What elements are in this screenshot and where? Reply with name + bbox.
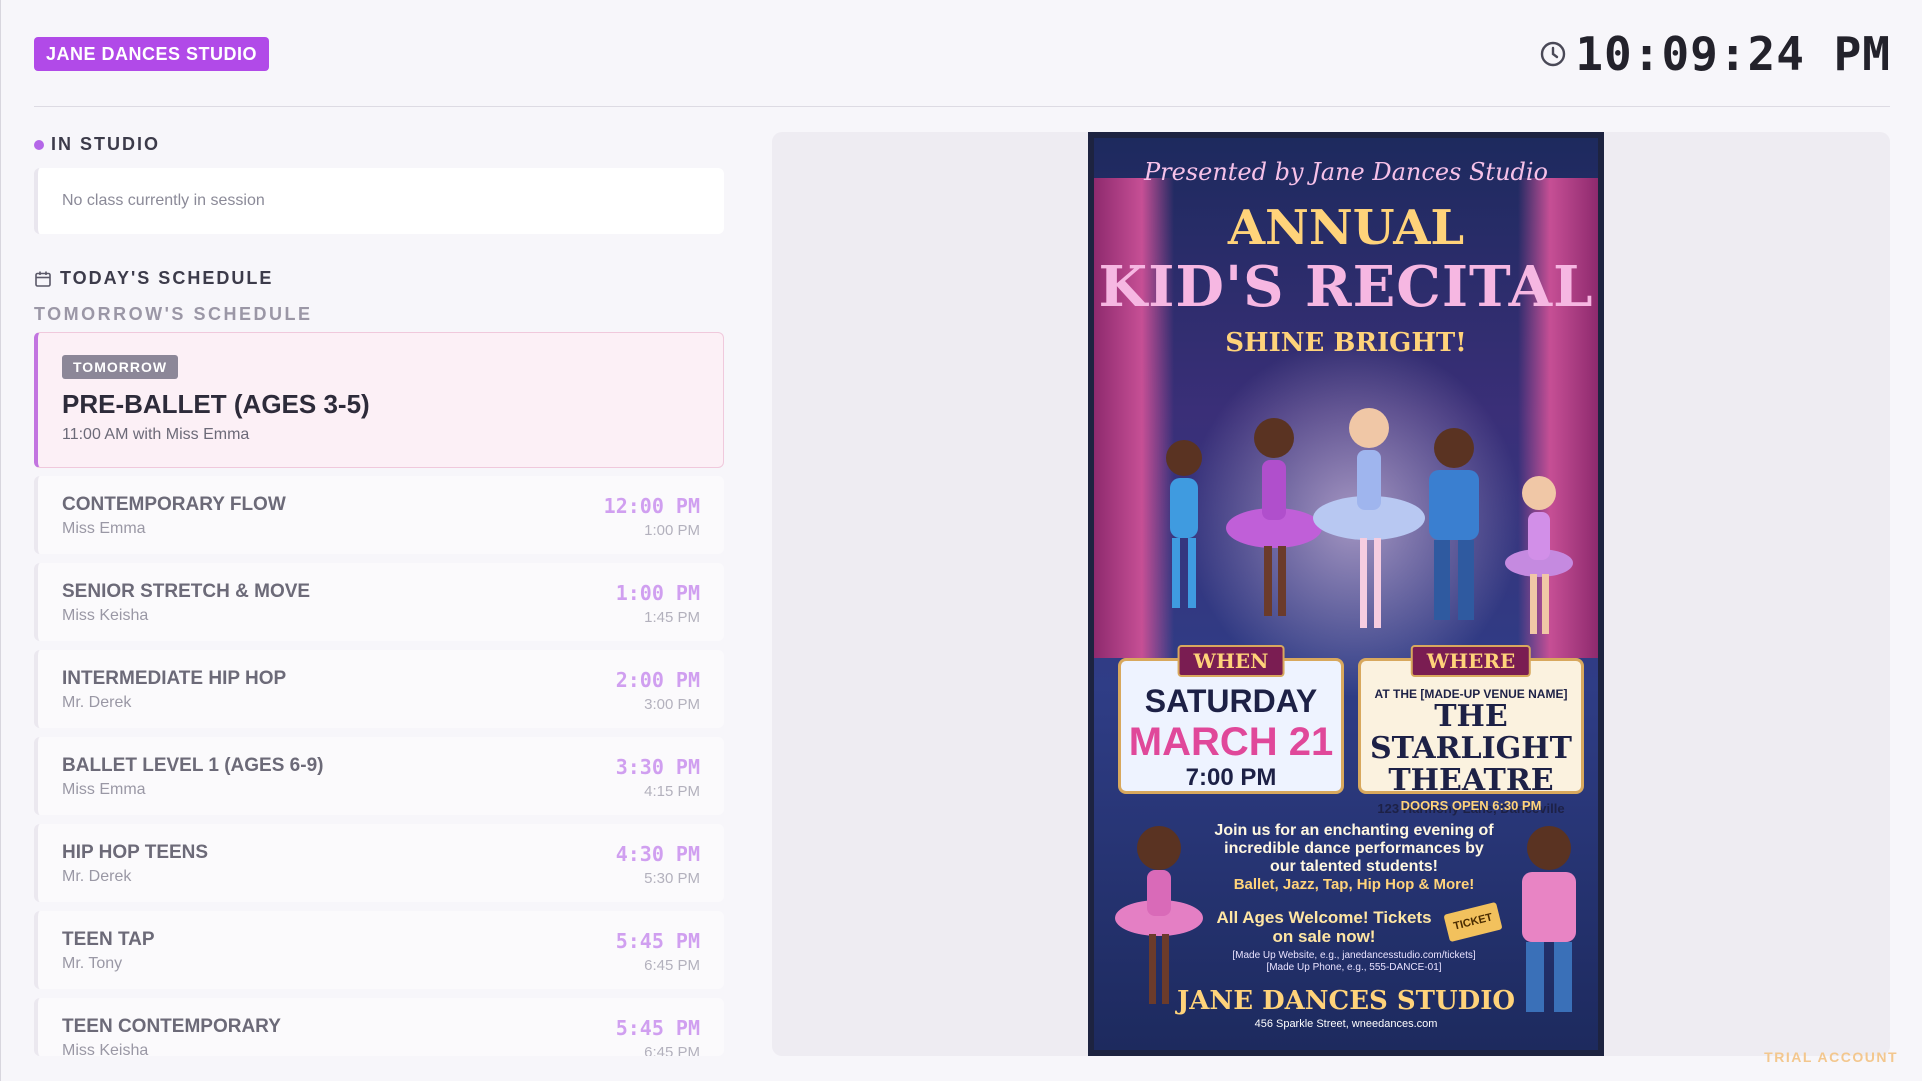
poster-title-line1: ANNUAL [1227, 200, 1465, 256]
class-start-time: 3:30 PM [615, 755, 700, 779]
dancer-figure [1166, 440, 1202, 608]
tomorrow-badge: TOMORROW [62, 355, 179, 379]
class-end-time: 6:45 PM [644, 1044, 700, 1056]
class-name: BALLET LEVEL 1 (AGES 6-9) [62, 755, 324, 776]
poster-join-text: Join us for an enchanting evening of inc… [1214, 822, 1494, 875]
class-start-time: 12:00 PM [603, 494, 700, 518]
class-row[interactable]: SENIOR STRETCH & MOVE Miss Keisha 1:00 P… [34, 563, 724, 641]
poster-where-box: WHERE AT THE [MADE-UP VENUE NAME] THE ST… [1358, 645, 1584, 816]
featured-class-subtitle: 11:00 AM with Miss Emma [62, 426, 250, 443]
class-row[interactable]: TEEN TAP Mr. Tony 5:45 PM 6:45 PM [34, 911, 724, 989]
in-studio-status: No class currently in session [62, 192, 265, 209]
calendar-icon [35, 271, 51, 287]
class-teacher: Miss Emma [62, 781, 146, 798]
when-date: MARCH 21 [1128, 720, 1334, 764]
poster-studio-address: 456 Sparkle Street, wneedances.com [1254, 1018, 1438, 1030]
dancer-figure [1505, 476, 1573, 634]
trial-account-label: TRIAL ACCOUNT [1764, 1049, 1898, 1065]
class-end-time: 1:45 PM [644, 609, 700, 626]
clock: 10:09:24 PM [1539, 26, 1891, 82]
class-end-time: 6:45 PM [644, 957, 700, 974]
dancer-figure [1226, 418, 1322, 616]
poster-website: [Made Up Website, e.g., janedancesstudio… [1232, 950, 1476, 961]
tomorrow-heading: TOMORROW'S SCHEDULE [34, 304, 313, 324]
class-end-time: 5:30 PM [644, 870, 700, 887]
dancers-illustration [1166, 408, 1573, 634]
class-teacher: Miss Keisha [62, 607, 149, 624]
class-start-time: 4:30 PM [615, 842, 700, 866]
dancer-figure [1429, 428, 1479, 620]
class-teacher: Mr. Tony [62, 955, 123, 972]
header: JANE DANCES STUDIO 10:09:24 PM [1, 0, 1922, 108]
poster-panel: Presented by Jane Dances Studio ANNUAL K… [772, 132, 1890, 1056]
class-start-time: 2:00 PM [615, 668, 700, 692]
today-label: TODAY'S SCHEDULE [60, 268, 274, 288]
when-day: SATURDAY [1144, 683, 1318, 719]
class-name: TEEN CONTEMPORARY [62, 1016, 281, 1037]
poster-studio-name: JANE DANCES STUDIO [1176, 986, 1516, 1016]
class-row[interactable]: HIP HOP TEENS Mr. Derek 4:30 PM 5:30 PM [34, 824, 724, 902]
class-teacher: Mr. Derek [62, 868, 132, 885]
class-end-time: 1:00 PM [644, 522, 700, 539]
class-start-time: 5:45 PM [615, 1016, 700, 1040]
poster-ages: All Ages Welcome! Tickets on sale now! [1216, 908, 1432, 946]
in-studio-heading: IN STUDIO [34, 134, 160, 155]
class-teacher: Miss Keisha [62, 1042, 149, 1056]
poster-presented-by: Presented by Jane Dances Studio [1143, 158, 1549, 186]
when-time: 7:00 PM [1185, 764, 1277, 791]
class-row[interactable]: CONTEMPORARY FLOW Miss Emma 12:00 PM 1:0… [34, 476, 724, 554]
class-name: TEEN TAP [62, 929, 155, 950]
poster-doors: DOORS OPEN 6:30 PM [1400, 798, 1542, 813]
class-start-time: 1:00 PM [615, 581, 700, 605]
poster-title-line2: KID'S RECITAL [1098, 254, 1594, 320]
class-end-time: 3:00 PM [644, 696, 700, 713]
studio-brand: JANE DANCES STUDIO [34, 37, 270, 71]
featured-class-title: PRE-BALLET (AGES 3-5) [62, 389, 370, 419]
live-dot-icon [34, 139, 44, 150]
when-tag: WHEN [1177, 645, 1285, 677]
poster-fine-print: [Made Up Website, e.g., janedancesstudio… [1204, 950, 1504, 974]
clock-icon [1541, 41, 1566, 67]
header-divider [34, 106, 1890, 107]
class-start-time: 5:45 PM [615, 929, 700, 953]
in-studio-card: No class currently in session [34, 168, 724, 234]
class-name: INTERMEDIATE HIP HOP [62, 668, 287, 689]
class-teacher: Miss Emma [62, 520, 146, 537]
class-row[interactable]: INTERMEDIATE HIP HOP Mr. Derek 2:00 PM 3… [34, 650, 724, 728]
class-end-time: 4:15 PM [644, 783, 700, 800]
poster-tagline: SHINE BRIGHT! [1225, 328, 1467, 358]
class-name: HIP HOP TEENS [62, 842, 209, 863]
today-heading: TODAY'S SCHEDULE [34, 268, 273, 289]
class-row[interactable]: TEEN CONTEMPORARY Miss Keisha 5:45 PM 6:… [34, 998, 724, 1056]
class-name: CONTEMPORARY FLOW [62, 494, 286, 515]
featured-class-card[interactable]: TOMORROW PRE-BALLET (AGES 3-5) 11:00 AM … [34, 332, 724, 468]
poster-phone: [Made Up Phone, e.g., 555-DANCE-01] [1266, 962, 1442, 973]
class-teacher: Mr. Derek [62, 694, 132, 711]
where-tag: WHERE [1410, 645, 1532, 677]
poster-styles: Ballet, Jazz, Tap, Hip Hop & More! [1233, 876, 1475, 893]
class-row[interactable]: BALLET LEVEL 1 (AGES 6-9) Miss Emma 3:30… [34, 737, 724, 815]
in-studio-label: IN STUDIO [51, 134, 161, 154]
clock-time: 10:09:24 PM [1575, 27, 1891, 81]
poster-when-box: WHEN SATURDAY MARCH 21 7:00 PM [1118, 645, 1344, 794]
where-venue: THE STARLIGHT THEATRE [1370, 699, 1572, 798]
dancer-figure [1313, 408, 1425, 628]
recital-poster: Presented by Jane Dances Studio ANNUAL K… [1088, 132, 1604, 1056]
schedule-panel: IN STUDIO No class currently in session … [34, 128, 724, 1058]
class-name: SENIOR STRETCH & MOVE [62, 581, 311, 602]
